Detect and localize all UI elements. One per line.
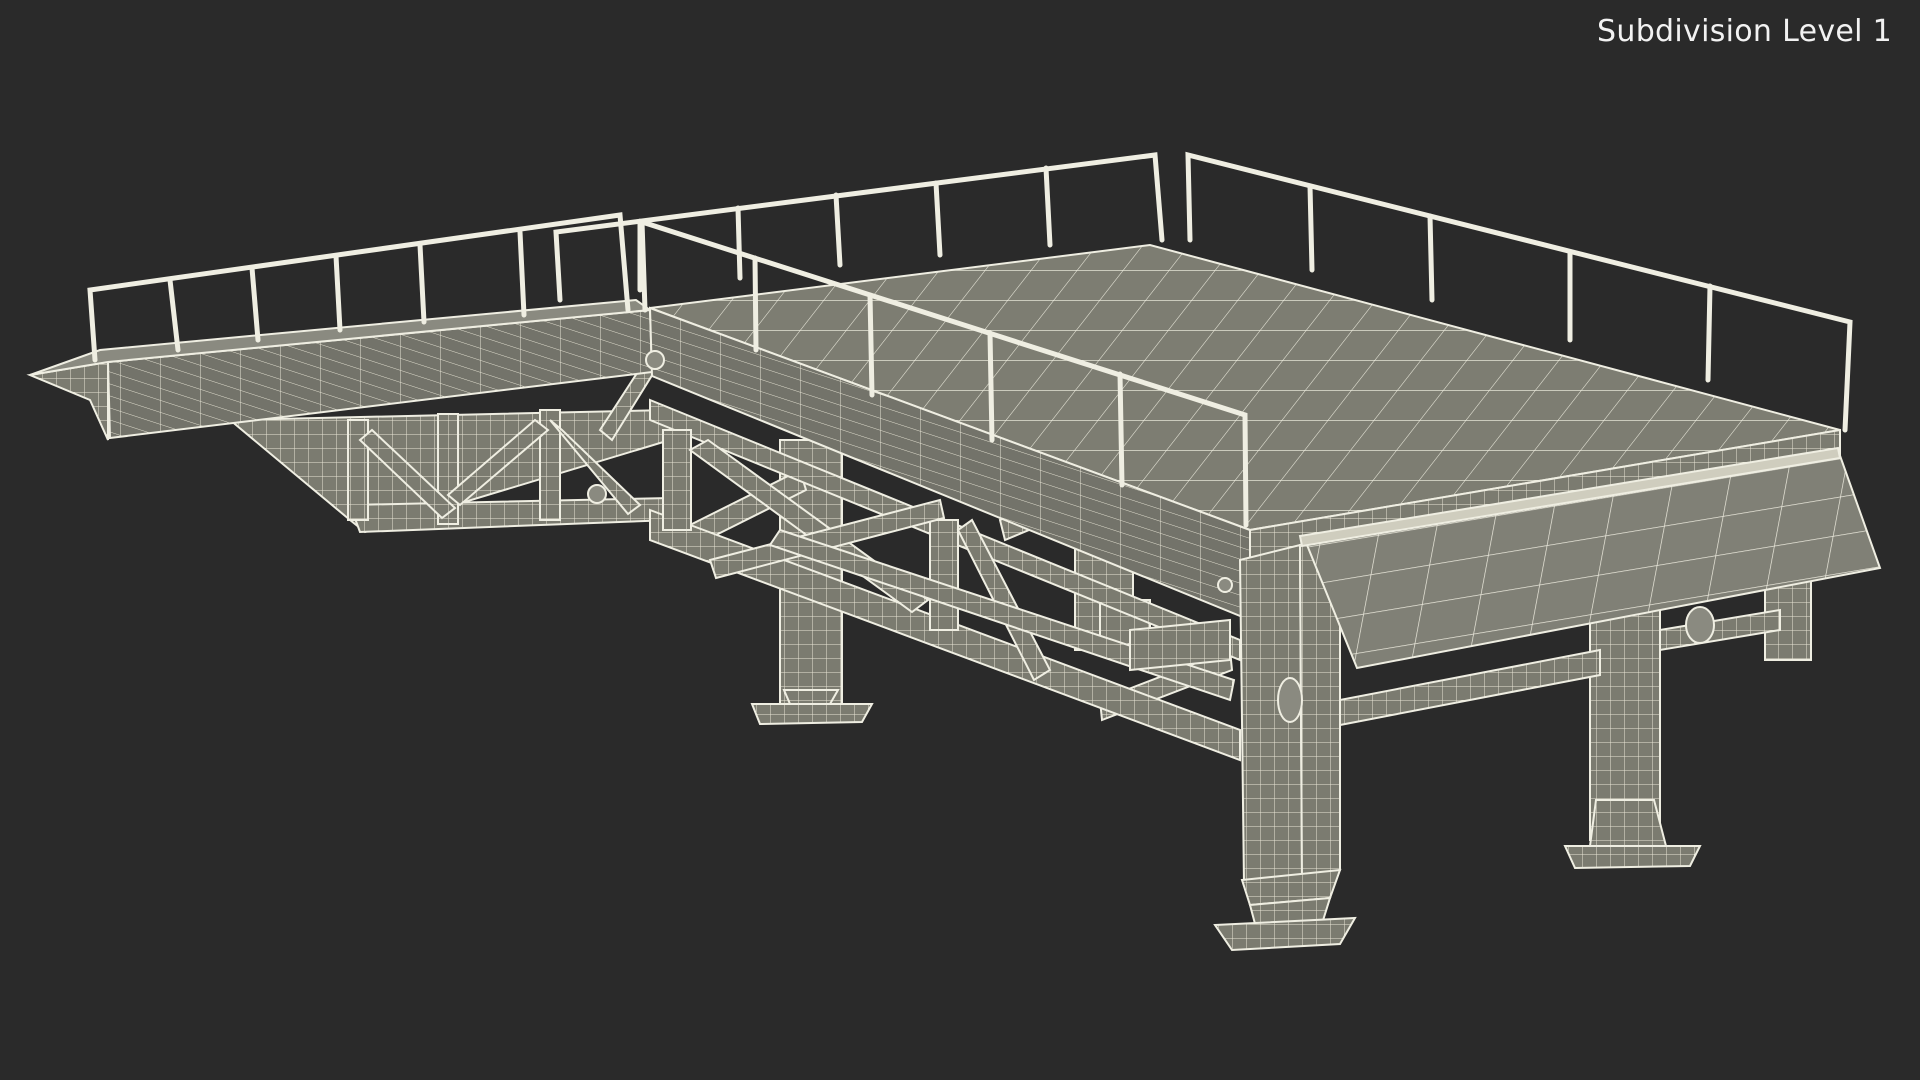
render-viewport: Subdivision Level 1 — [0, 0, 1920, 1080]
wireframe-model — [26, 151, 1882, 952]
subdivision-level-label: Subdivision Level 1 — [1597, 14, 1892, 49]
